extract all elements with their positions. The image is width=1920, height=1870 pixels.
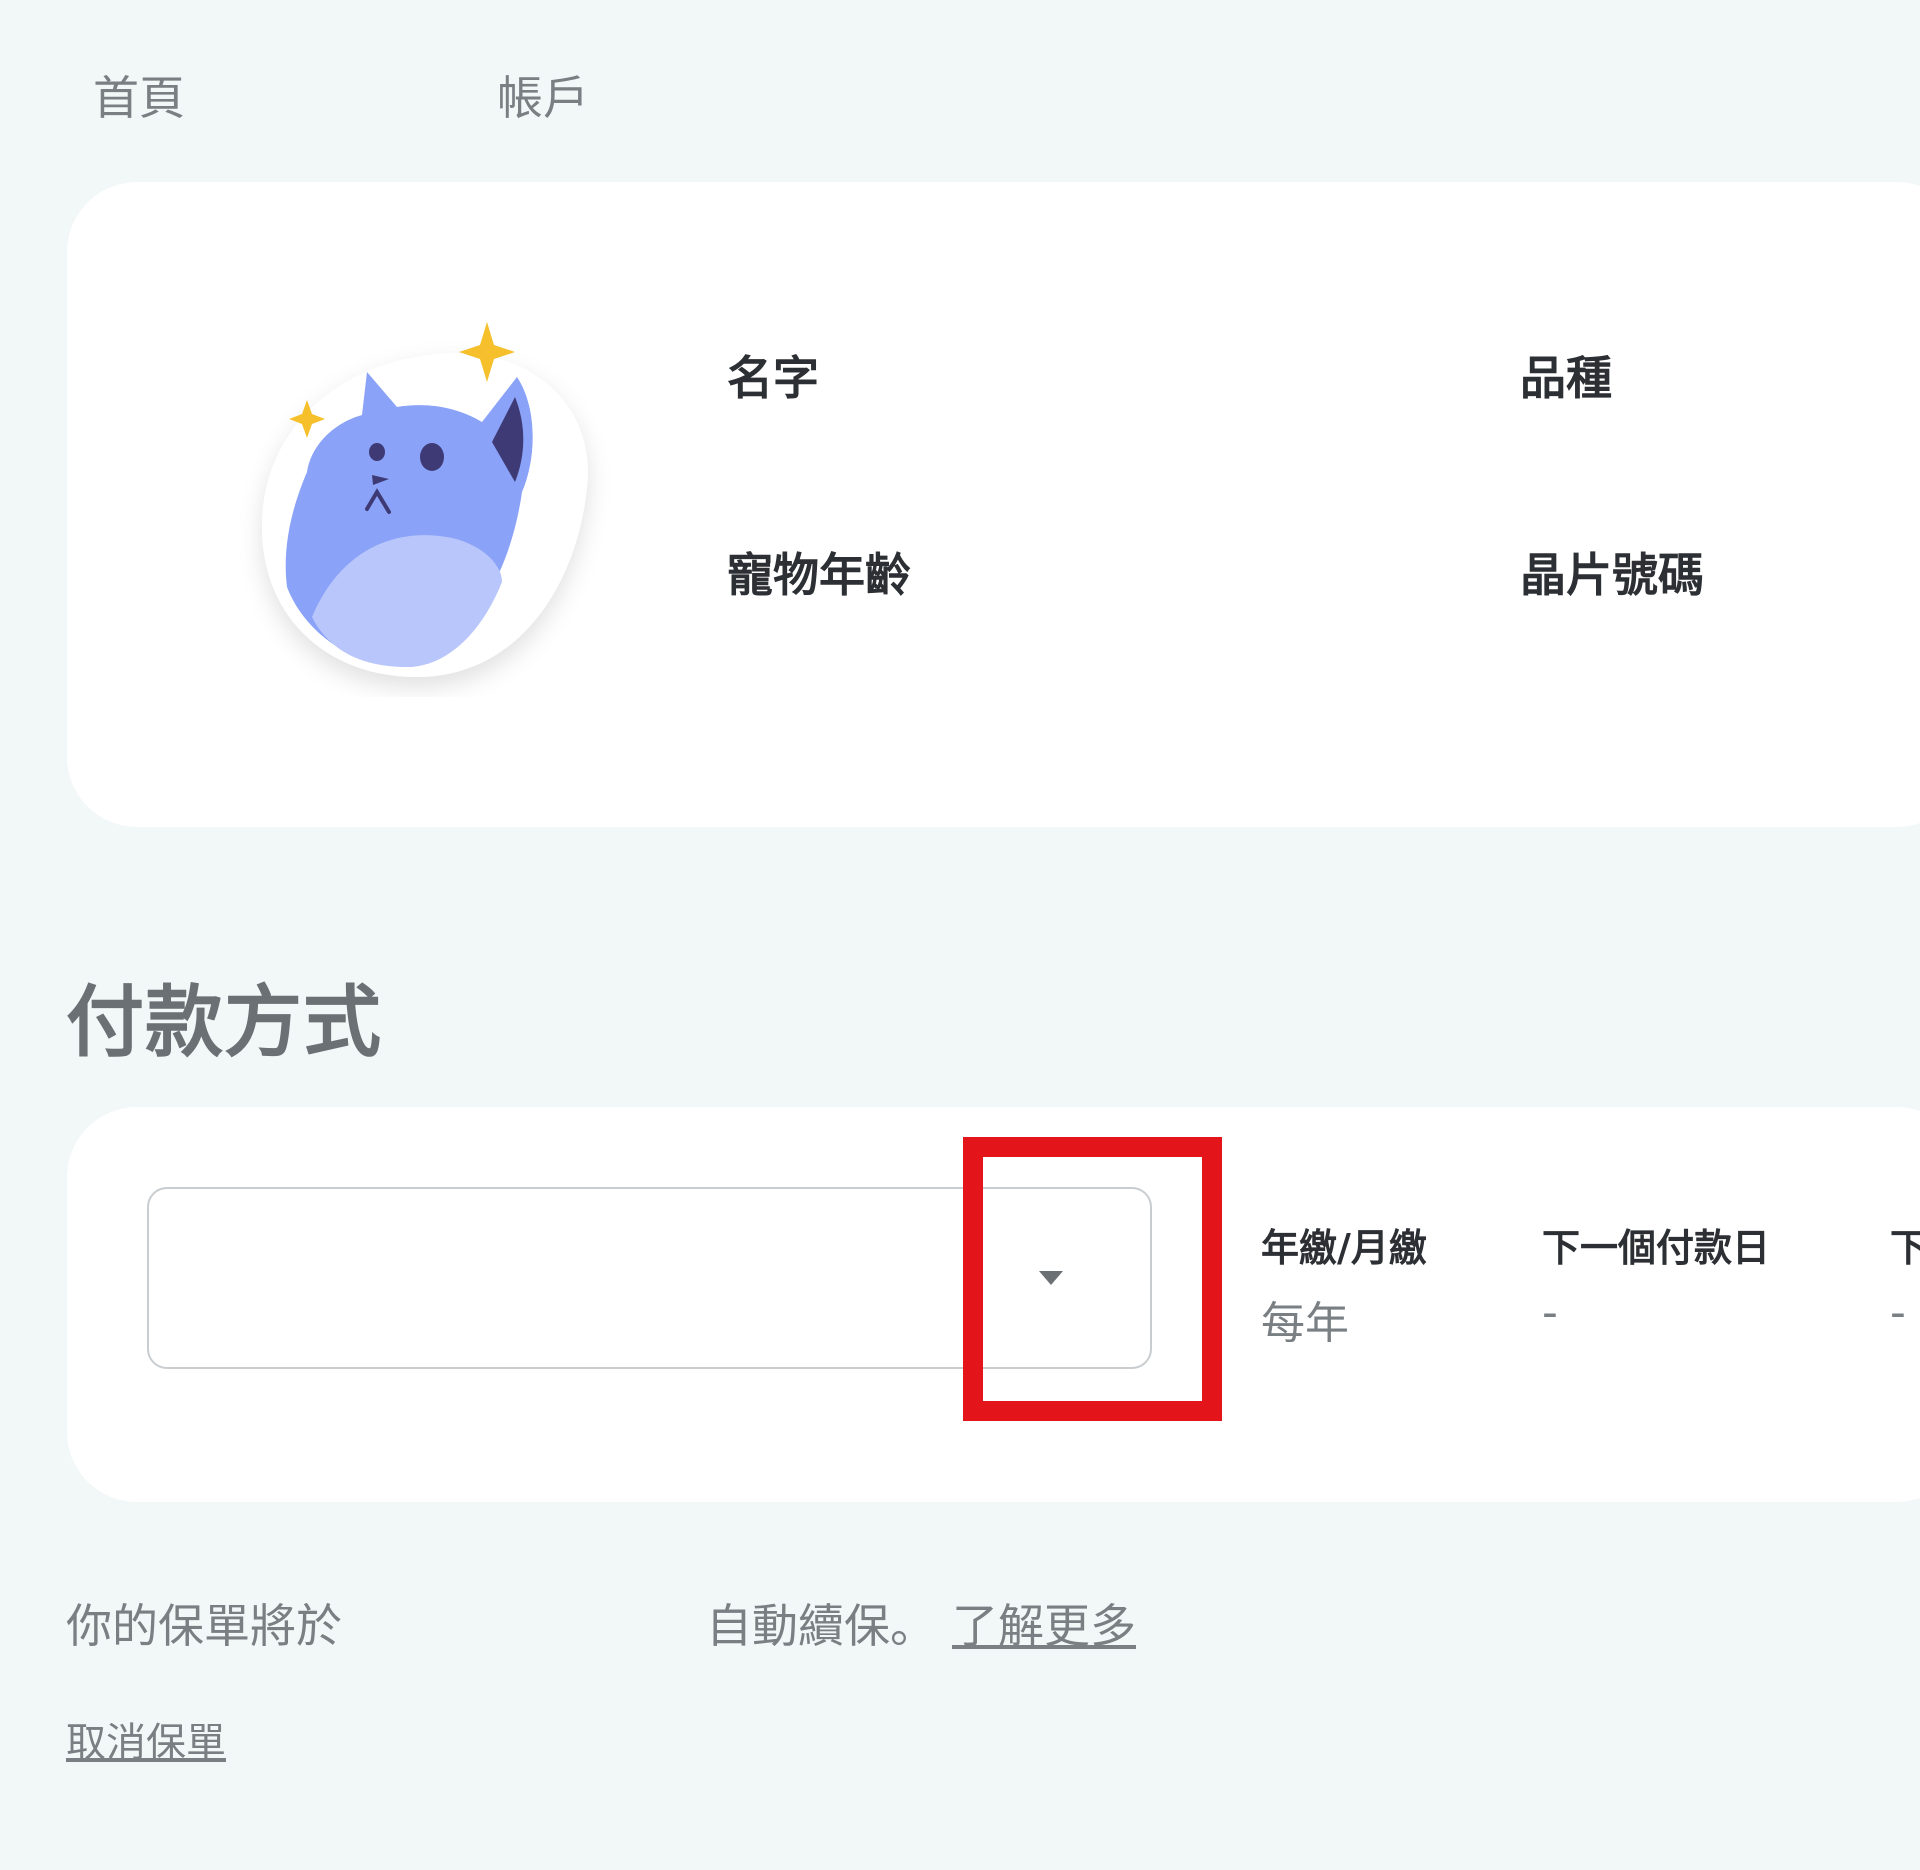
payment-frequency-label: 年繳/月繳 (1261, 1226, 1427, 1270)
pet-info-card: 名字 品種 寵物年齡 晶片號碼 (67, 182, 1920, 827)
pet-name-label: 名字 (727, 351, 819, 405)
pet-age-label: 寵物年齡 (727, 548, 911, 602)
next-amount-value: - (1890, 1287, 1906, 1338)
payment-section-title: 付款方式 (66, 978, 383, 1068)
nav-account-link[interactable]: 帳戶 (497, 62, 589, 128)
cancel-policy-link[interactable]: 取消保單 (66, 1710, 226, 1768)
payment-method-select[interactable] (147, 1187, 1152, 1369)
payment-frequency-value: 每年 (1261, 1298, 1349, 1349)
payment-card: 年繳/月繳 每年 下一個付款日 - 下 - (67, 1107, 1920, 1502)
renewal-text-prefix: 你的保單將於 (66, 1599, 342, 1653)
cat-avatar-icon (262, 322, 588, 677)
chevron-down-icon[interactable] (1039, 1271, 1063, 1285)
learn-more-link[interactable]: 了解更多 (952, 1590, 1136, 1656)
pet-chip-label: 晶片號碼 (1520, 548, 1704, 602)
next-amount-label: 下 (1890, 1226, 1920, 1270)
next-payment-value: - (1542, 1287, 1558, 1338)
nav-home-link[interactable]: 首頁 (93, 62, 185, 128)
next-payment-label: 下一個付款日 (1542, 1226, 1771, 1270)
pet-breed-label: 品種 (1520, 351, 1612, 405)
renewal-text-suffix: 自動續保。 (706, 1599, 936, 1653)
